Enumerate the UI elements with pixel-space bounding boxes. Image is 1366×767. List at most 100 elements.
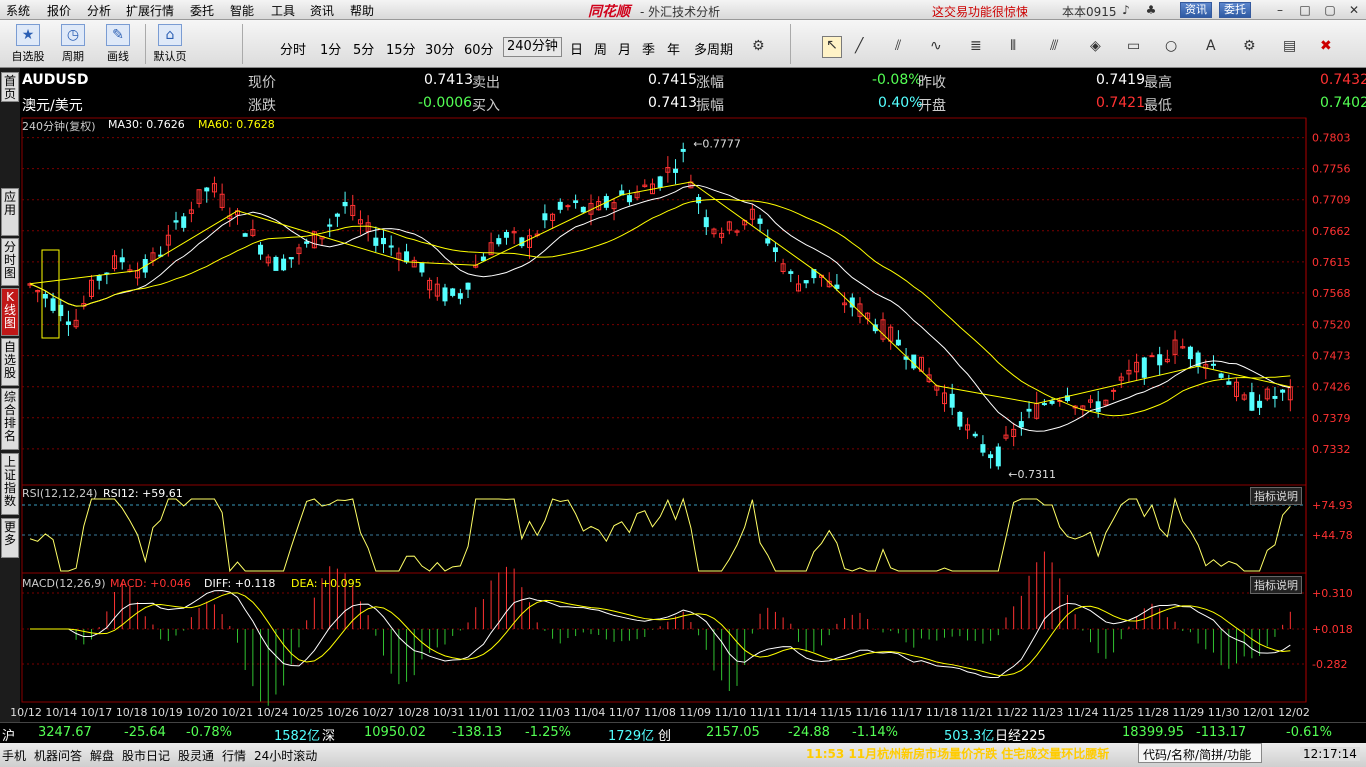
candle-body	[980, 444, 986, 453]
link-qa[interactable]: 机器问答	[34, 747, 82, 764]
macd-panel	[30, 551, 1291, 706]
candle-body	[949, 393, 955, 408]
price-tick-label: 0.7756	[1312, 163, 1351, 176]
candle-body	[1257, 400, 1263, 408]
macd-value: MACD: +0.046	[110, 577, 191, 590]
dea-line	[30, 592, 1291, 676]
candle-body	[304, 241, 310, 244]
candle-body	[772, 247, 778, 253]
sh-percent: -0.78%	[186, 725, 232, 740]
candle-body	[1187, 346, 1193, 360]
cy-change: -24.88	[788, 725, 830, 740]
price-tick-label: 0.7662	[1312, 225, 1351, 238]
low-annotation: ←0.7311	[1008, 468, 1056, 481]
candle-body	[404, 251, 410, 263]
link-24h-scroll[interactable]: 24小时滚动	[254, 747, 317, 764]
date-tick-label: 12/02	[1278, 706, 1310, 719]
rsi-value: RSI12: +59.61	[103, 487, 183, 500]
date-tick-label: 11/23	[1032, 706, 1064, 719]
date-tick-label: 11/30	[1208, 706, 1240, 719]
nikkei-value: 18399.95	[1122, 725, 1185, 740]
candle-body	[242, 233, 248, 237]
link-stock-genie[interactable]: 股灵通	[178, 747, 214, 764]
candle-body	[657, 176, 663, 188]
candle-body	[342, 201, 348, 207]
cy-label: 创	[658, 729, 672, 744]
date-tick-label: 10/21	[221, 706, 253, 719]
date-tick-label: 11/01	[468, 706, 500, 719]
link-diary[interactable]: 股市日记	[122, 747, 170, 764]
macd-help-button[interactable]: 指标说明	[1250, 576, 1302, 594]
candle-body	[626, 195, 632, 203]
date-tick-label: 10/19	[151, 706, 183, 719]
date-tick-label: 10/25	[292, 706, 324, 719]
candle-body	[519, 237, 525, 247]
date-tick-label: 11/28	[1137, 706, 1169, 719]
candle-body	[788, 271, 794, 274]
sh-value: 3247.67	[38, 725, 92, 740]
rsi-tick-label: +44.78	[1312, 529, 1353, 542]
date-tick-label: 10/27	[362, 706, 394, 719]
nikkei-change: -113.17	[1196, 725, 1247, 740]
candle-body	[1157, 354, 1163, 366]
chart-canvas[interactable]: 0.7803 0.7756 0.7709 0.7662 0.7615 0.7568 0.75…	[0, 0, 1366, 722]
date-tick-label: 10/12	[10, 706, 42, 719]
date-tick-label: 11/18	[926, 706, 958, 719]
link-mobile[interactable]: 手机	[2, 747, 26, 764]
candle-body	[334, 213, 340, 217]
news-ticker[interactable]: 11:53 11月杭州新房市场量价齐跌 住宅成交量环比腰斩	[806, 745, 1109, 762]
date-tick-label: 11/04	[574, 706, 606, 719]
link-analysis[interactable]: 解盘	[90, 747, 114, 764]
candle-body	[450, 288, 456, 296]
price-tick-label: 0.7615	[1312, 256, 1351, 269]
date-tick-label: 10/31	[433, 706, 465, 719]
price-tick-label: 0.7473	[1312, 350, 1351, 363]
macd-tick-label: +0.310	[1312, 587, 1353, 600]
rsi-title: RSI(12,12,24)	[22, 487, 98, 500]
candle-body	[580, 206, 586, 213]
candle-body	[65, 321, 71, 325]
candle-body	[995, 446, 1001, 467]
candle-body	[419, 262, 425, 273]
candle-body	[673, 168, 679, 173]
candle-body	[1049, 400, 1055, 404]
date-tick-label: 10/28	[398, 706, 430, 719]
cy-percent: -1.14%	[852, 725, 898, 740]
candle-body	[496, 238, 502, 245]
candle-body	[957, 411, 963, 427]
sh-volume: 1582亿	[274, 729, 321, 744]
candle-body	[457, 293, 463, 299]
candle-body	[1218, 373, 1224, 378]
sz-change: -138.13	[452, 725, 503, 740]
sz-percent: -1.25%	[525, 725, 571, 740]
ma60-label: MA60: 0.7628	[198, 118, 275, 131]
candle-body	[1111, 389, 1117, 392]
candle-body	[119, 257, 125, 263]
candle-body	[542, 213, 548, 221]
date-tick-label: 10/20	[186, 706, 218, 719]
candle-body	[1149, 355, 1155, 358]
candle-body	[1210, 363, 1216, 366]
sh-change: -25.64	[124, 725, 166, 740]
rsi-tick-label: +74.93	[1312, 499, 1353, 512]
candle-body	[96, 275, 102, 281]
macd-tick-label: +0.018	[1312, 623, 1353, 636]
date-tick-label: 10/18	[116, 706, 148, 719]
diff-value: DIFF: +0.118	[204, 577, 276, 590]
index-ticker: 沪 3247.67 -25.64 -0.78% 1582亿 深 10950.02…	[0, 723, 1366, 744]
status-area: 沪 3247.67 -25.64 -0.78% 1582亿 深 10950.02…	[0, 722, 1366, 767]
candle-body	[1041, 403, 1047, 406]
rsi-help-button[interactable]: 指标说明	[1250, 487, 1302, 505]
link-market[interactable]: 行情	[222, 747, 246, 764]
price-tick-label: 0.7520	[1312, 319, 1351, 332]
sz-value: 10950.02	[364, 725, 427, 740]
search-input[interactable]: 代码/名称/简拼/功能	[1138, 743, 1262, 763]
date-tick-label: 11/24	[1067, 706, 1099, 719]
candle-body	[1018, 421, 1024, 428]
price-tick-label: 0.7426	[1312, 381, 1351, 394]
date-tick-label: 11/08	[644, 706, 676, 719]
date-tick-label: 11/02	[503, 706, 535, 719]
date-tick-label: 10/14	[45, 706, 77, 719]
candle-body	[911, 354, 917, 369]
candle-body	[181, 216, 187, 228]
